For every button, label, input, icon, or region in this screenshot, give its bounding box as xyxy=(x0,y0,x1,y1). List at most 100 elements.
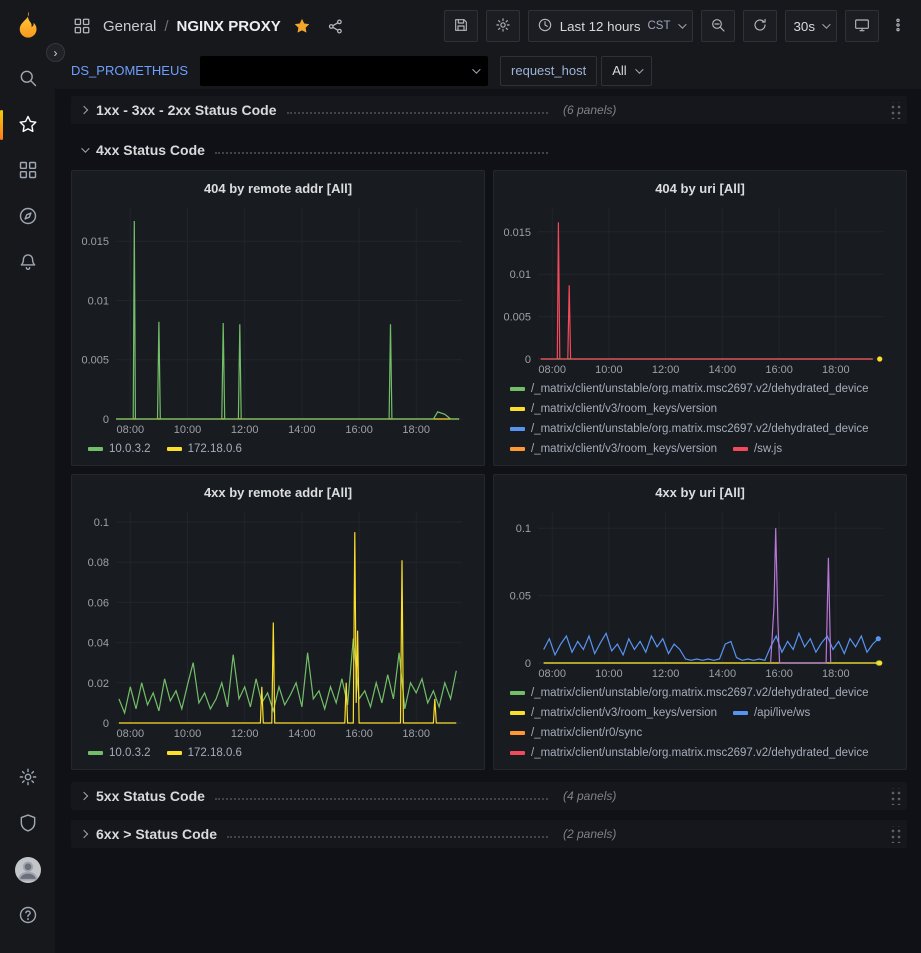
series-color-swatch xyxy=(88,447,103,451)
sidebar-item-server-admin[interactable] xyxy=(0,801,55,847)
row-drag-handle[interactable] xyxy=(889,788,901,805)
sidebar-item-help[interactable] xyxy=(0,893,55,939)
svg-text:12:00: 12:00 xyxy=(652,668,680,680)
dashboard-settings-button[interactable] xyxy=(486,10,520,42)
legend-item[interactable]: 172.18.0.6 xyxy=(167,439,242,459)
chevron-down-icon xyxy=(678,20,686,28)
legend: 10.0.3.2 172.18.0.6 xyxy=(80,740,476,765)
row-header-1xx-3xx-2xx[interactable]: 1xx - 3xx - 2xx Status Code (6 panels) xyxy=(71,96,907,124)
request-host-select[interactable]: All xyxy=(601,56,651,86)
legend-item[interactable]: /_matrix/client/v3/room_keys/version xyxy=(510,399,717,419)
datasource-select[interactable] xyxy=(200,56,488,86)
svg-text:12:00: 12:00 xyxy=(231,424,259,436)
chevron-right-icon xyxy=(80,106,88,114)
svg-text:14:00: 14:00 xyxy=(709,668,737,680)
series-color-swatch xyxy=(510,711,525,715)
panel-title[interactable]: 404 by remote addr [All] xyxy=(80,177,476,201)
row-header-6xx[interactable]: 6xx > Status Code (2 panels) xyxy=(71,820,907,848)
series-label: /_matrix/client/unstable/org.matrix.msc2… xyxy=(531,743,869,763)
row-drag-handle[interactable] xyxy=(889,826,901,843)
legend-item[interactable]: /_matrix/client/v3/room_keys/version xyxy=(510,703,717,723)
svg-text:18:00: 18:00 xyxy=(822,668,850,680)
star-icon xyxy=(18,114,38,137)
series-color-swatch xyxy=(510,731,525,735)
share-icon[interactable] xyxy=(323,13,349,39)
sidebar-item-settings[interactable] xyxy=(0,755,55,801)
sidebar-expand-button[interactable]: › xyxy=(46,43,65,62)
timeseries-chart[interactable]: 08:0010:0012:0014:0016:0018:0000.020.040… xyxy=(80,505,476,740)
variable-label-ds-prometheus[interactable]: DS_PROMETHEUS xyxy=(71,63,188,78)
zoom-out-button[interactable] xyxy=(701,10,735,42)
legend-item[interactable]: /_matrix/client/unstable/org.matrix.msc2… xyxy=(510,379,869,399)
chart-svg: 08:0010:0012:0014:0016:0018:0000.0050.01… xyxy=(502,201,898,376)
save-icon xyxy=(453,17,469,36)
panel-title[interactable]: 4xx by uri [All] xyxy=(502,481,898,505)
bell-icon xyxy=(18,252,38,275)
row-header-5xx[interactable]: 5xx Status Code (4 panels) xyxy=(71,782,907,810)
svg-text:18:00: 18:00 xyxy=(402,728,430,740)
sidebar-item-explore[interactable] xyxy=(0,194,55,240)
sidebar-item-search[interactable] xyxy=(0,56,55,102)
top-navbar: General / NGINX PROXY Last 12 hours xyxy=(55,0,921,52)
series-color-swatch xyxy=(510,447,525,451)
legend: 10.0.3.2 172.18.0.6 xyxy=(80,436,476,461)
legend-item[interactable]: 10.0.3.2 xyxy=(88,439,151,459)
favorite-star-icon[interactable] xyxy=(289,13,315,39)
panel-title[interactable]: 4xx by remote addr [All] xyxy=(80,481,476,505)
series-color-swatch xyxy=(510,427,525,431)
sidebar-item-dashboards[interactable] xyxy=(0,148,55,194)
row-drag-handle[interactable] xyxy=(889,102,901,119)
svg-text:08:00: 08:00 xyxy=(538,364,566,376)
legend-item[interactable]: /_matrix/client/v3/room_keys/version xyxy=(510,439,717,459)
main-area: General / NGINX PROXY Last 12 hours xyxy=(55,0,921,953)
sidebar-item-profile[interactable] xyxy=(0,847,55,893)
series-label: 172.18.0.6 xyxy=(188,439,242,459)
legend-item[interactable]: 10.0.3.2 xyxy=(88,743,151,763)
series-label: /_matrix/client/r0/sync xyxy=(531,723,642,743)
kebab-menu-button[interactable] xyxy=(887,10,909,42)
timeseries-chart[interactable]: 08:0010:0012:0014:0016:0018:0000.0050.01… xyxy=(80,201,476,436)
chevron-down-icon xyxy=(822,20,830,28)
series-color-swatch xyxy=(167,751,182,755)
legend-item[interactable]: /_matrix/client/unstable/org.matrix.msc2… xyxy=(510,683,869,703)
svg-text:0.06: 0.06 xyxy=(88,597,109,609)
row-title: 5xx Status Code xyxy=(96,788,205,804)
panel-title[interactable]: 404 by uri [All] xyxy=(502,177,898,201)
timeseries-chart[interactable]: 08:0010:0012:0014:0016:0018:0000.0050.01… xyxy=(502,201,898,376)
legend-item[interactable]: /api/live/ws xyxy=(733,703,810,723)
svg-text:0.08: 0.08 xyxy=(88,557,109,569)
series-label: /api/live/ws xyxy=(754,703,810,723)
sidebar-item-starred[interactable] xyxy=(0,102,55,148)
legend-item[interactable]: /sw.js xyxy=(733,439,782,459)
timeseries-chart[interactable]: 08:0010:0012:0014:0016:0018:0000.050.1 xyxy=(502,505,898,680)
series-label: /_matrix/client/v3/room_keys/version xyxy=(531,399,717,419)
legend-item[interactable]: /_matrix/client/unstable/org.matrix.msc2… xyxy=(510,743,869,763)
refresh-interval-label: 30s xyxy=(794,19,816,34)
grafana-logo[interactable] xyxy=(12,10,44,42)
svg-text:08:00: 08:00 xyxy=(117,424,145,436)
svg-text:16:00: 16:00 xyxy=(345,424,373,436)
series-label: /_matrix/client/unstable/org.matrix.msc2… xyxy=(531,379,869,399)
save-dashboard-button[interactable] xyxy=(444,10,478,42)
sidebar-item-alerting[interactable] xyxy=(0,240,55,286)
refresh-button[interactable] xyxy=(743,10,777,42)
row-header-4xx[interactable]: 4xx Status Code xyxy=(71,136,907,164)
cycle-view-button[interactable] xyxy=(845,10,879,42)
legend-item[interactable]: /_matrix/client/unstable/org.matrix.msc2… xyxy=(510,419,869,439)
series-color-swatch xyxy=(733,447,748,451)
breadcrumb-folder[interactable]: General xyxy=(103,18,156,35)
refresh-interval-dropdown[interactable]: 30s xyxy=(785,10,838,42)
svg-text:10:00: 10:00 xyxy=(595,364,623,376)
svg-text:16:00: 16:00 xyxy=(345,728,373,740)
series-color-swatch xyxy=(167,447,182,451)
time-range-picker[interactable]: Last 12 hours CST xyxy=(528,10,693,42)
svg-text:10:00: 10:00 xyxy=(174,728,202,740)
breadcrumb-separator: / xyxy=(164,18,168,35)
legend-item[interactable]: /_matrix/client/r0/sync xyxy=(510,723,642,743)
legend-item[interactable]: 172.18.0.6 xyxy=(167,743,242,763)
svg-text:0.005: 0.005 xyxy=(81,355,109,367)
dashboard-grid-icon[interactable] xyxy=(69,13,95,39)
legend: /_matrix/client/unstable/org.matrix.msc2… xyxy=(502,680,898,765)
breadcrumb-dashboard-title[interactable]: NGINX PROXY xyxy=(177,18,281,35)
clock-icon xyxy=(537,17,553,36)
